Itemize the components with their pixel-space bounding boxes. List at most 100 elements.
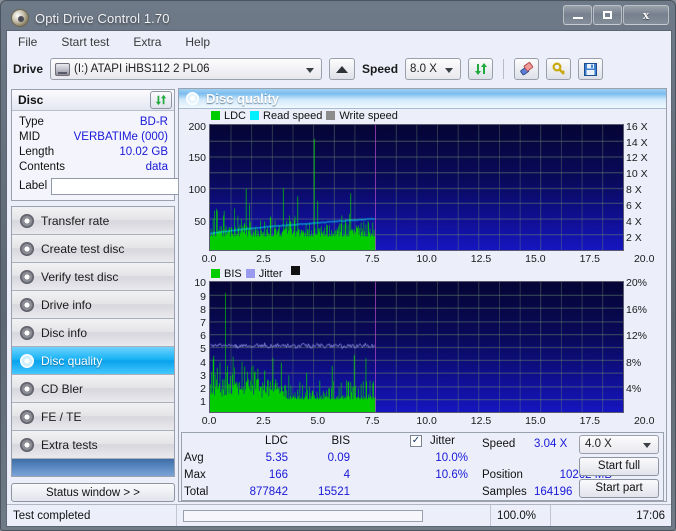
bis-chart: BIS Jitter 10 9 8 7 6 5 4 3 2 1 20% 16% 12% 8% 4% 0.0… — [179, 266, 666, 429]
eject-button[interactable] — [329, 58, 356, 80]
bis-y2-tick: 16% — [626, 303, 648, 316]
sidebar-item-drive-info[interactable]: Drive info — [12, 291, 174, 319]
stats-jitter-max: 10.6% — [435, 468, 468, 481]
disc-row-type: Type BD-R — [19, 114, 168, 129]
chevron-down-icon — [445, 68, 454, 73]
stats-ldc-avg: 5.35 — [265, 451, 288, 464]
chevron-down-icon — [306, 68, 315, 73]
ldc-x-tick: 20.0 — [633, 252, 655, 265]
start-part-button[interactable]: Start part — [579, 478, 659, 498]
bis-y2-tick: 8% — [626, 356, 642, 369]
bis-plot-area — [209, 281, 624, 414]
menu-item-extra[interactable]: Extra — [130, 34, 164, 50]
jitter-checkbox[interactable]: ✓ — [410, 434, 422, 447]
status-percent-cell: 100.0% — [491, 505, 551, 526]
stats-speed-label: Speed — [482, 437, 516, 450]
bis-x-tick: 10.0 — [416, 415, 437, 428]
disc-quality-icon — [186, 91, 199, 105]
legend-swatch-write-speed — [326, 111, 336, 121]
minimize-button[interactable] — [563, 5, 592, 25]
disc-quality-card: Disc quality LDC Read speed Write speed — [178, 88, 667, 502]
minimize-icon — [572, 17, 583, 19]
ldc-y-tick: 50 — [194, 215, 206, 228]
menu-item-file[interactable]: File — [15, 34, 40, 50]
ldc-y-tick: 100 — [188, 184, 206, 197]
app-disc-icon — [11, 9, 29, 27]
stats-row-label-total: Total — [184, 485, 209, 498]
ldc-y2-tick: 2 X — [626, 231, 642, 244]
disc-row-length: Length 10.02 GB — [19, 144, 168, 159]
ldc-x-tick: 10.0 — [416, 252, 437, 265]
disc-panel: Disc Type BD-R MID VERBATIMe (000) Lengt… — [11, 89, 221, 201]
sidebar-item-fe-te[interactable]: FE / TE — [12, 403, 174, 431]
ldc-y-tick: 150 — [188, 152, 206, 165]
bis-plot-canvas — [210, 282, 623, 413]
disc-label-key: Label — [19, 180, 48, 192]
eject-icon — [336, 65, 349, 73]
legend-swatch-ldc — [211, 111, 220, 121]
sidebar-item-create-test-disc[interactable]: Create test disc — [12, 235, 174, 263]
disc-refresh-button[interactable] — [150, 91, 172, 109]
sidebar-item-label: Disc info — [41, 325, 88, 340]
maximize-button[interactable] — [593, 5, 622, 25]
menu-item-help[interactable]: Help — [182, 34, 213, 50]
bis-x-tick: 12.5 — [470, 415, 492, 428]
bis-y2-tick: 12% — [626, 330, 648, 343]
bis-y2-tick: 20% — [626, 277, 648, 290]
disc-quality-header: Disc quality — [179, 89, 666, 109]
stats-bis-max: 4 — [343, 468, 350, 481]
speed-label: Speed — [362, 62, 399, 76]
ldc-chart-legend: LDC Read speed Write speed — [211, 110, 398, 122]
ldc-y2-tick: 6 X — [626, 200, 642, 213]
status-bar: Test completed 100.0% 17:06 — [7, 504, 671, 526]
sidebar-item-label: Drive info — [41, 297, 92, 312]
refresh-button[interactable] — [468, 58, 494, 80]
ldc-y2-tick: 14 X — [626, 136, 648, 149]
ldc-y2-tick: 4 X — [626, 215, 642, 228]
settings-key-button[interactable] — [546, 58, 572, 80]
stats-bis-total: 15521 — [318, 485, 350, 498]
sidebar-item-verify-test-disc[interactable]: Verify test disc — [12, 263, 174, 291]
drive-icon — [55, 62, 71, 76]
test-speed-select[interactable]: 4.0 X — [579, 434, 659, 454]
disc-row-value: data — [145, 160, 168, 173]
refresh-icon — [474, 63, 487, 75]
sidebar-item-transfer-rate[interactable]: Transfer rate — [12, 207, 174, 235]
sidebar-item-disc-quality[interactable]: Disc quality — [12, 347, 174, 375]
page-title: Disc quality — [206, 90, 279, 106]
legend-label-ldc: LDC — [224, 109, 247, 122]
close-button[interactable]: x — [623, 5, 669, 25]
stats-position-label: Position — [482, 468, 523, 481]
sidebar-item-cd-bler[interactable]: CD Bler — [12, 375, 174, 403]
disc-icon — [20, 437, 34, 452]
ldc-y-tick: 200 — [188, 120, 206, 133]
bis-y-tick: 8 — [200, 303, 206, 316]
speed-select[interactable]: 8.0 X — [405, 58, 462, 80]
bis-y2-tick: 4% — [626, 382, 642, 395]
maximize-icon — [603, 11, 612, 19]
disc-icon — [20, 213, 34, 228]
bis-y-tick: 7 — [200, 316, 206, 329]
drive-select[interactable]: (I:) ATAPI iHBS112 2 PL06 — [50, 58, 323, 80]
bis-y-tick: 1 — [200, 396, 206, 409]
jitter-label: Jitter — [430, 434, 455, 447]
ldc-plot-area — [209, 123, 624, 251]
status-window-button[interactable]: Status window > > — [11, 483, 175, 502]
legend-swatch-extra — [290, 266, 300, 276]
menu-item-start-test[interactable]: Start test — [58, 34, 112, 50]
disc-icon — [20, 269, 34, 284]
right-column: Disc quality LDC Read speed Write speed — [177, 86, 671, 504]
start-full-button[interactable]: Start full — [579, 456, 659, 476]
sidebar-item-extra-tests[interactable]: Extra tests — [12, 431, 174, 459]
test-nav-list: Transfer rate Create test disc Verify te… — [11, 206, 175, 459]
save-button[interactable] — [578, 58, 604, 80]
disc-row-value: VERBATIMe (000) — [73, 130, 168, 143]
erase-button[interactable] — [514, 58, 540, 80]
bis-y-tick: 6 — [200, 330, 206, 343]
sidebar-item-disc-info[interactable]: Disc info — [12, 319, 174, 347]
close-icon: x — [642, 7, 650, 22]
stats-header-ldc: LDC — [264, 434, 288, 447]
chevron-down-icon — [643, 442, 651, 448]
disc-row-contents: Contents data — [19, 159, 168, 174]
stats-ldc-max: 166 — [268, 468, 288, 481]
